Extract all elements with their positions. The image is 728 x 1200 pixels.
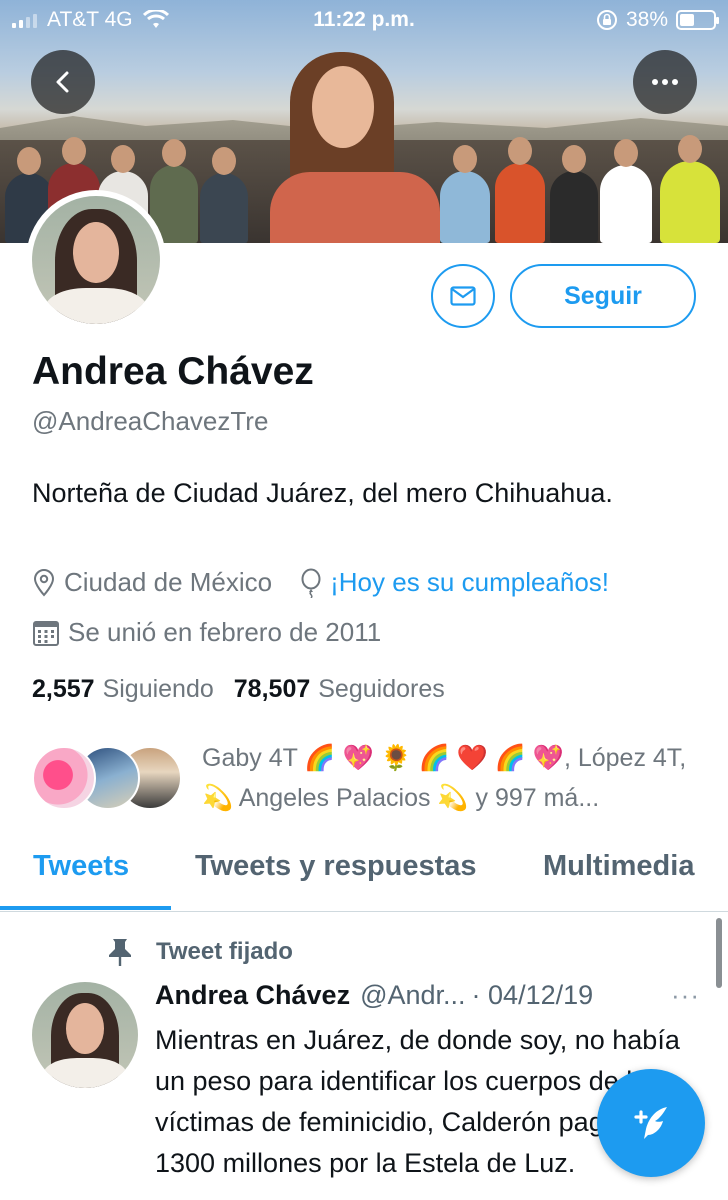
active-tab-indicator xyxy=(0,906,171,910)
tab-media[interactable]: Multimedia xyxy=(543,850,694,883)
profile-bio: Norteña de Ciudad Juárez, del mero Chihu… xyxy=(32,478,613,508)
scrollbar[interactable] xyxy=(716,918,722,988)
tweet-date[interactable]: · 04/12/19 xyxy=(472,980,594,1011)
back-button[interactable] xyxy=(31,50,95,114)
pinned-label: Tweet fijado xyxy=(156,938,293,965)
pin-icon xyxy=(109,939,131,966)
pinned-label-row: Tweet fijado xyxy=(106,937,293,967)
crowd-person xyxy=(200,147,248,243)
location-icon xyxy=(33,568,55,596)
avatar-image xyxy=(32,196,160,324)
follow-button[interactable]: Seguir xyxy=(510,264,696,328)
tab-tweets-and-replies[interactable]: Tweets y respuestas xyxy=(195,850,477,883)
battery-percent: 38% xyxy=(625,8,668,31)
profile-handle: @AndreaChavezTre xyxy=(32,406,269,436)
known-followers[interactable]: Gaby 4T 🌈 💖 🌻 🌈 ❤️ 🌈 💖, López 4T, 💫 Ange… xyxy=(32,738,702,818)
profile-joined-row: Se unió en febrero de 2011 xyxy=(32,617,409,648)
followers-label: Seguidores xyxy=(318,675,445,703)
profile-avatar[interactable] xyxy=(26,190,166,330)
message-button[interactable] xyxy=(431,264,495,328)
compose-tweet-button[interactable] xyxy=(597,1069,705,1177)
balloon-icon xyxy=(301,568,321,598)
tweet-handle[interactable]: @Andr... xyxy=(360,980,465,1011)
banner-main-person xyxy=(260,52,440,243)
profile-name: Andrea Chávez xyxy=(32,350,314,393)
known-followers-text: Gaby 4T 🌈 💖 🌻 🌈 ❤️ 🌈 💖, López 4T, 💫 Ange… xyxy=(202,744,687,812)
mail-icon xyxy=(450,286,476,306)
tweet-header: Andrea Chávez @Andr... · 04/12/19 ··· xyxy=(155,980,700,1011)
known-followers-avatars xyxy=(32,746,182,812)
following-count: 2,557 xyxy=(32,675,95,703)
following-label: Siguiendo xyxy=(102,675,214,703)
crowd-person xyxy=(550,145,598,243)
crowd-person xyxy=(660,135,720,243)
tab-tweets[interactable]: Tweets xyxy=(33,850,129,883)
birthday-link[interactable]: ¡Hoy es su cumpleaños! xyxy=(330,567,609,598)
crowd-person xyxy=(600,139,652,243)
followers-count: 78,507 xyxy=(233,675,311,703)
profile-location: Ciudad de México xyxy=(64,567,273,597)
follow-counts: 2,557 Siguiendo 78,507 Seguidores xyxy=(32,675,445,704)
tweet-avatar[interactable] xyxy=(32,982,138,1088)
crowd-person xyxy=(440,145,490,243)
crowd-person xyxy=(495,137,545,243)
followers-link[interactable]: 78,507 Seguidores xyxy=(234,675,445,704)
battery-icon xyxy=(676,10,719,30)
avatar xyxy=(32,746,96,810)
tweet-author[interactable]: Andrea Chávez xyxy=(155,980,350,1011)
more-options-button[interactable] xyxy=(633,50,697,114)
compose-icon xyxy=(634,1107,667,1139)
tweet-more-icon[interactable]: ··· xyxy=(671,980,700,1011)
back-icon xyxy=(56,71,69,93)
more-icon xyxy=(652,79,678,85)
profile-tabs: Tweets Tweets y respuestas Multimedia xyxy=(0,830,728,912)
profile-joined: Se unió en febrero de 2011 xyxy=(68,617,382,647)
following-link[interactable]: 2,557 Siguiendo xyxy=(32,675,214,704)
calendar-icon xyxy=(33,620,59,646)
lock-rotation-icon xyxy=(596,10,617,30)
status-bar: AT&T 4G 11:22 p.m. 38% xyxy=(0,0,728,40)
profile-meta-row: Ciudad de México ¡Hoy es su cumpleaños! xyxy=(32,567,637,598)
